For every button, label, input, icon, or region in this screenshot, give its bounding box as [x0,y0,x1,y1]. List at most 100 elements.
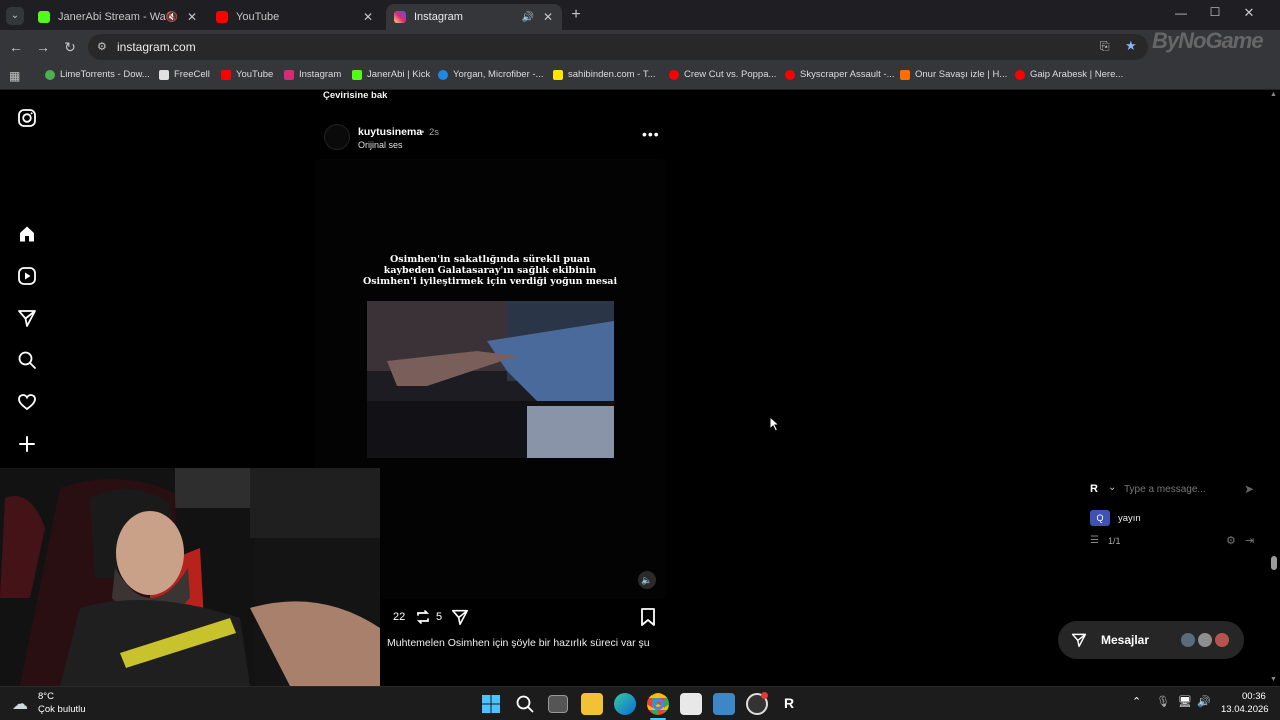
send-icon[interactable]: ➤ [1244,482,1254,496]
chat-message-input[interactable]: Type a message... [1124,484,1206,495]
save-bookmark-icon[interactable] [640,608,656,626]
reels-icon[interactable] [17,266,37,286]
forward-icon[interactable]: → [34,38,52,56]
layers-icon: ☰ [1090,535,1099,546]
translate-link[interactable]: Çevirisine bak [323,90,387,101]
reel-caption-line: Osimhen'in sakatlığında sürekli puan [389,254,590,265]
bookmark-item[interactable]: Yorgan, Microfiber -... [438,69,543,80]
mouse-cursor-icon [769,416,781,432]
minimize-button[interactable]: — [1172,6,1190,20]
share-icon[interactable] [451,608,469,626]
bookmark-favicon-icon [553,69,563,80]
taskbar-app-r[interactable]: R [784,695,794,711]
back-icon[interactable]: ← [7,38,25,56]
bookmark-favicon-icon [159,69,169,80]
post-description: Muhtemelen Osimhen için şöyle bir hazırl… [387,637,650,649]
tab-instagram[interactable]: Instagram 🔊 ✕ [386,4,562,30]
bookmark-item[interactable]: YouTube [221,69,273,80]
new-tab-button[interactable]: + [568,6,584,24]
like-count[interactable]: 22 [393,611,405,623]
search-icon[interactable] [17,350,37,370]
chat-user-initial[interactable]: R [1090,483,1098,495]
bookmark-item[interactable]: FreeCell [159,69,210,80]
close-tab-icon[interactable]: ✕ [360,10,376,24]
scroll-up-icon[interactable]: ▲ [1270,91,1277,98]
tab-youtube[interactable]: YouTube ✕ [208,4,382,30]
chrome-icon[interactable] [647,693,669,715]
page-scrollbar[interactable]: ▲ ▼ [1268,90,1280,686]
scrollbar-thumb[interactable] [1271,556,1277,570]
address-bar[interactable]: ⚙ instagram.com ⎘ ★ [88,34,1148,60]
chat-entry-label[interactable]: yayın [1118,513,1141,524]
install-app-icon[interactable]: ⎘ [1100,39,1110,54]
post-audio[interactable]: Orijinal ses [358,140,403,150]
bookmark-item[interactable]: Onur Savaşı izle | H... [900,69,1007,80]
exit-icon[interactable]: ⇥ [1245,534,1254,547]
repost-icon[interactable] [414,608,432,626]
clock-time[interactable]: 00:36 [1242,691,1266,702]
more-options-icon[interactable]: ••• [642,126,660,142]
bookmark-item[interactable]: Gaip Arabesk | Nere... [1015,69,1123,80]
url-text[interactable]: instagram.com [117,40,196,54]
notifications-heart-icon[interactable] [17,392,37,412]
apps-grid-icon[interactable]: ▦ [9,69,20,83]
chat-page-count: 1/1 [1108,536,1121,546]
store-icon[interactable] [680,693,702,715]
chevron-up-icon[interactable]: ⌃ [1132,695,1141,708]
tab-bar: ⌄ JanerAbi Stream - Watch Live 🔇 ✕ YouTu… [0,0,1280,30]
scroll-down-icon[interactable]: ▼ [1270,676,1277,683]
reload-icon[interactable]: ↻ [61,38,79,56]
bookmark-item[interactable]: LimeTorrents - Dow... [45,69,150,80]
mute-toggle-icon[interactable]: 🔈 [638,571,656,589]
clock-date[interactable]: 13.04.2026 [1221,704,1269,715]
weather-temp[interactable]: 8°C [38,691,54,702]
maximize-button[interactable]: ☐ [1206,5,1224,19]
avatar [1180,632,1196,648]
windows-taskbar: ☁ 8°C Çok bulutlu R ⌃ 🎙 🖥 🔊 00:36 13.04.… [0,686,1280,720]
edge-icon[interactable] [614,693,636,715]
tab-search-button[interactable]: ⌄ [6,7,24,25]
direct-send-icon[interactable] [17,308,37,328]
task-view-icon[interactable] [548,695,568,713]
kick-icon [38,11,50,23]
avatar [1214,632,1230,648]
windows-start-icon[interactable] [481,694,501,714]
bookmark-favicon-icon [438,69,448,80]
reel-caption-line: kaybeden Galatasaray'ın sağlık ekibinin [383,265,597,276]
site-info-icon[interactable]: ⚙ [97,40,107,53]
avatar[interactable] [324,124,350,150]
bookmark-item[interactable]: sahibinden.com - T... [553,69,655,80]
post-separator: • [421,127,425,138]
post-username[interactable]: kuytusinema [358,126,422,138]
webcam-feed [0,468,380,686]
bookmark-favicon-icon [352,69,362,80]
bookmark-item[interactable]: Instagram [284,69,341,80]
chevron-down-icon[interactable]: ⌄ [1108,482,1116,493]
microphone-icon[interactable]: 🎙 [1156,695,1170,708]
settings-gear-icon[interactable]: ⚙ [1226,534,1236,547]
audio-playing-icon[interactable]: 🔊 [522,12,534,23]
file-explorer-icon[interactable] [581,693,603,715]
tab-janerabi[interactable]: JanerAbi Stream - Watch Live 🔇 ✕ [30,4,206,30]
create-plus-icon[interactable] [17,434,37,454]
repost-count[interactable]: 5 [436,611,442,623]
network-icon[interactable]: 🖥 [1178,695,1192,708]
weather-cloud-icon[interactable]: ☁ [12,694,28,714]
folder-app-icon[interactable] [713,693,735,715]
bookmark-item[interactable]: JanerAbi | Kick [352,69,430,80]
close-tab-icon[interactable]: ✕ [184,10,200,24]
messages-button[interactable]: Mesajlar [1058,621,1244,659]
bookmark-item[interactable]: Skyscraper Assault -... [785,69,895,80]
reel-video-frame [367,301,614,458]
browser-toolbar: ← → ↻ ⚙ instagram.com ⎘ ★ ByNoGame [0,28,1280,64]
close-tab-icon[interactable]: ✕ [540,10,556,24]
weather-desc[interactable]: Çok bulutlu [38,704,86,715]
volume-icon[interactable]: 🔊 [1197,695,1211,708]
bookmark-star-icon[interactable]: ★ [1125,38,1137,54]
search-icon[interactable] [515,694,535,714]
close-window-button[interactable]: ✕ [1240,5,1258,21]
bookmark-item[interactable]: Crew Cut vs. Poppa... [669,69,776,80]
channel-watermark: ByNoGame [1152,28,1264,53]
instagram-logo-icon[interactable] [17,108,37,128]
home-icon[interactable] [17,224,37,244]
